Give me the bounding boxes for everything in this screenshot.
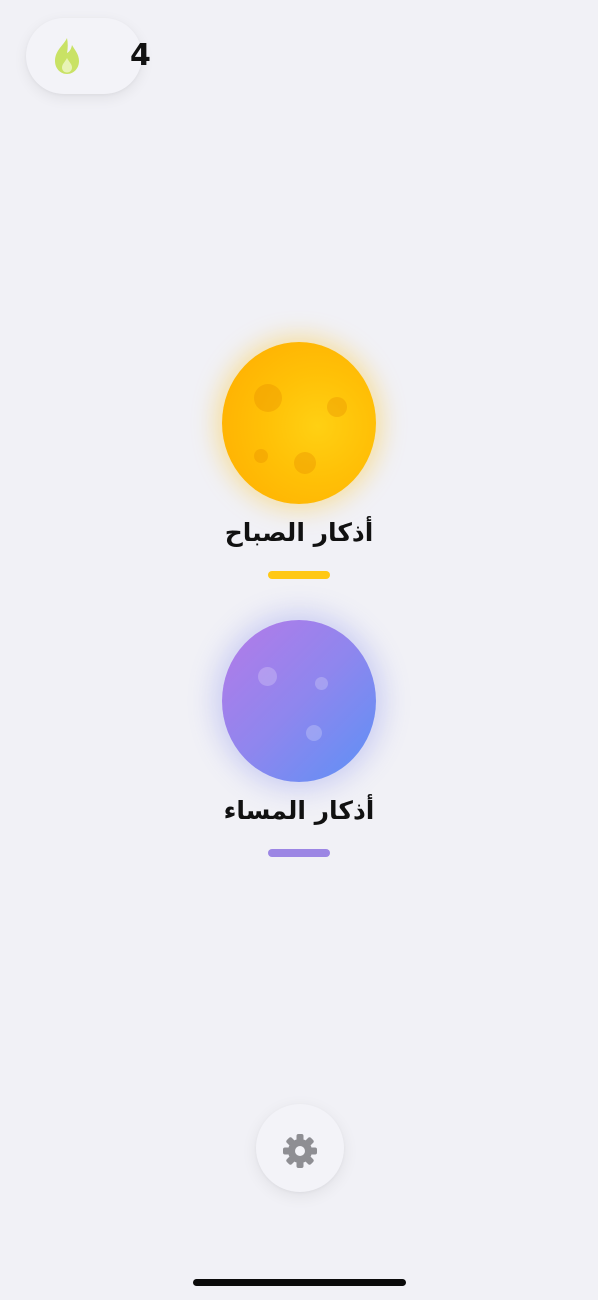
streak-count: 4 xyxy=(130,38,151,73)
morning-accent-bar xyxy=(268,571,330,579)
home-indicator xyxy=(193,1279,406,1286)
morning-adhkar-title: أذكار الصباح xyxy=(224,518,374,547)
morning-adhkar-card[interactable]: أذكار الصباح xyxy=(210,340,388,585)
gear-icon xyxy=(283,1134,317,1168)
evening-accent-bar xyxy=(268,849,330,857)
streak-badge[interactable]: 4 xyxy=(26,18,151,94)
settings-button[interactable] xyxy=(256,1104,344,1192)
evening-adhkar-card[interactable]: أذكار المساء xyxy=(210,618,388,863)
moon-icon xyxy=(222,620,376,782)
evening-adhkar-title: أذكار المساء xyxy=(223,796,375,825)
flame-icon xyxy=(55,38,79,74)
sun-icon xyxy=(222,342,376,504)
